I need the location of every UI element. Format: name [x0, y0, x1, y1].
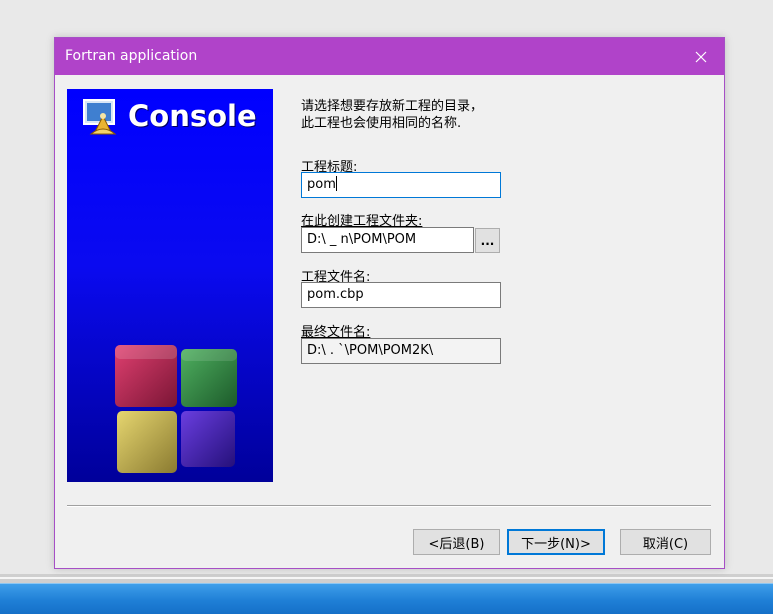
instructions-text: 请选择想要存放新工程的目录， 此工程也会使用相同的名称.	[301, 99, 484, 131]
wizard-dialog: Fortran application Console 请选择想要存放新工程的目…	[54, 37, 725, 569]
back-button[interactable]: <后退(B)	[413, 529, 500, 555]
close-button[interactable]	[678, 38, 724, 75]
browse-button[interactable]: ...	[475, 228, 500, 253]
final-file-input[interactable]: D:\ . `\POM\POM2K\	[301, 338, 501, 364]
next-button[interactable]: 下一步(N)>	[507, 529, 605, 555]
project-file-input[interactable]: pom.cbp	[301, 282, 501, 308]
separator	[67, 505, 711, 507]
close-icon	[695, 51, 707, 62]
wizard-banner: Console	[67, 89, 273, 482]
console-logo-icon	[83, 99, 117, 135]
title-bar[interactable]: Fortran application	[55, 38, 724, 75]
project-title-input[interactable]: pom	[301, 172, 501, 198]
cancel-button[interactable]: 取消(C)	[620, 529, 711, 555]
text-caret	[335, 176, 337, 191]
dialog-title: Fortran application	[65, 48, 198, 64]
cubes-illustration-icon	[115, 345, 237, 473]
folder-input[interactable]: D:\ _ n\POM\POM	[301, 227, 474, 253]
taskbar	[0, 583, 773, 614]
banner-title: Console	[128, 99, 257, 133]
